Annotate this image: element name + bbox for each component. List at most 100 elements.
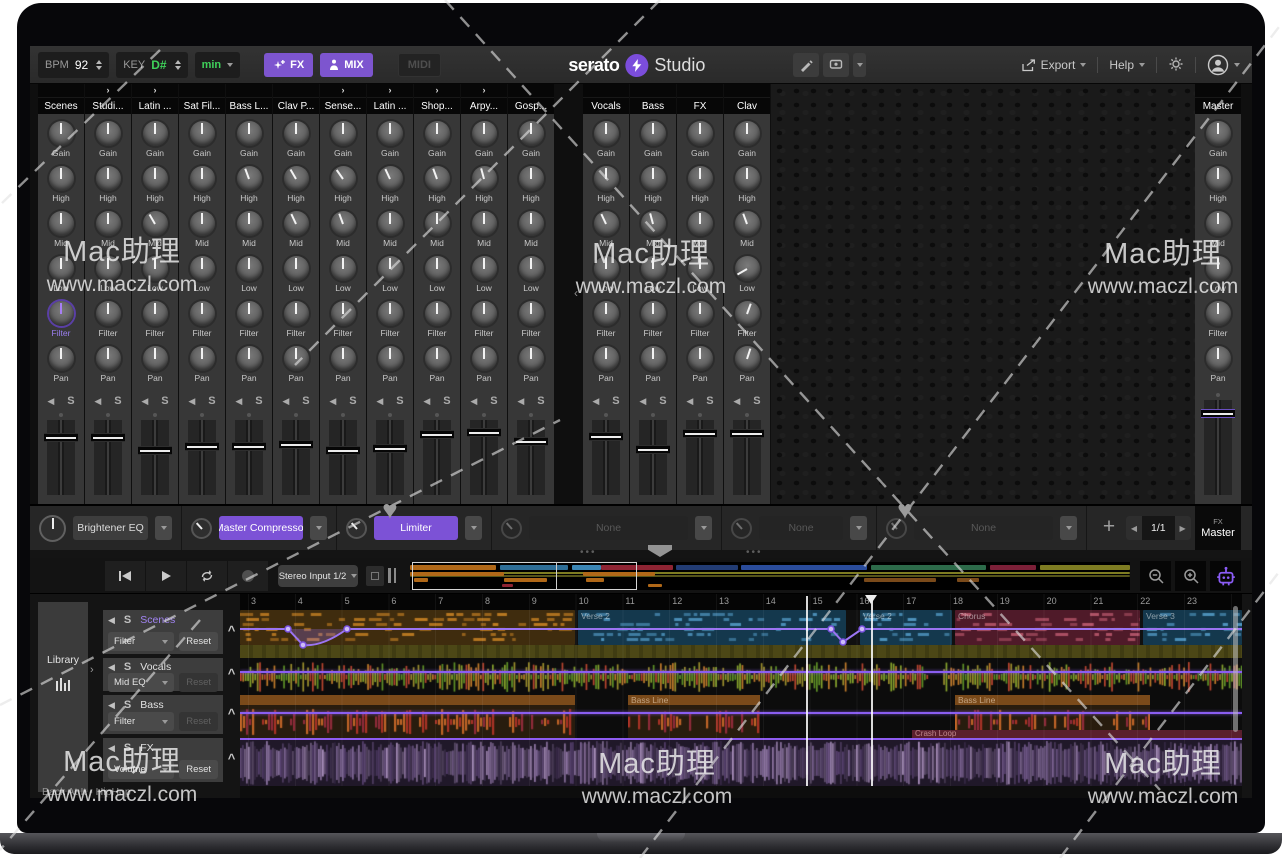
track-collapse-button[interactable]: ^	[223, 623, 240, 638]
filter-knob[interactable]	[284, 301, 309, 326]
low-knob[interactable]	[143, 256, 168, 281]
channel-name[interactable]: Clav P...	[273, 97, 319, 114]
channel-name[interactable]: Bass L...	[226, 97, 272, 114]
solo-button[interactable]: S	[67, 395, 74, 407]
mid-knob[interactable]	[49, 211, 74, 236]
pan-knob[interactable]	[190, 346, 215, 371]
pan-knob[interactable]	[519, 346, 544, 371]
divider-handle-icon[interactable]	[648, 545, 672, 557]
fader-handle[interactable]	[91, 433, 125, 442]
filter-knob[interactable]	[190, 301, 215, 326]
mute-button[interactable]: ◀	[470, 396, 477, 407]
low-knob[interactable]	[472, 256, 497, 281]
gain-knob[interactable]	[688, 121, 713, 146]
fader-handle[interactable]	[636, 445, 670, 454]
solo-button[interactable]: S	[208, 395, 215, 407]
edit-cursor-line[interactable]	[806, 596, 808, 786]
track-collapse-button[interactable]: ^	[223, 751, 240, 766]
midi-button[interactable]: MIDI	[398, 53, 441, 77]
pan-knob[interactable]	[472, 346, 497, 371]
fader-handle[interactable]	[232, 442, 266, 451]
key-control[interactable]: KEY D#	[116, 52, 187, 78]
filter-knob[interactable]	[1206, 301, 1231, 326]
fx-amount-knob[interactable]	[346, 518, 367, 539]
audio-input-dropdown[interactable]: Stereo Input 1/2	[278, 565, 358, 587]
library-expand-icon[interactable]: ›	[90, 664, 94, 676]
high-knob[interactable]	[641, 166, 666, 191]
mute-button[interactable]: ◀	[141, 396, 148, 407]
filter-knob[interactable]	[378, 301, 403, 326]
fx-options-caret[interactable]	[155, 516, 172, 540]
mid-knob[interactable]	[688, 211, 713, 236]
track-param-dropdown[interactable]: Filter	[108, 632, 174, 651]
mute-button[interactable]: ◀	[686, 396, 693, 407]
filter-knob[interactable]	[688, 301, 713, 326]
high-knob[interactable]	[49, 166, 74, 191]
mid-knob[interactable]	[378, 211, 403, 236]
high-knob[interactable]	[143, 166, 168, 191]
high-knob[interactable]	[96, 166, 121, 191]
high-knob[interactable]	[472, 166, 497, 191]
fx-page-prev-button[interactable]: ◀	[1126, 516, 1142, 540]
fx-options-caret[interactable]	[465, 516, 482, 540]
filter-knob[interactable]	[331, 301, 356, 326]
display-options-caret[interactable]	[853, 53, 866, 77]
scenes-automation[interactable]	[240, 610, 1242, 658]
filter-knob[interactable]	[237, 301, 262, 326]
gain-knob[interactable]	[143, 121, 168, 146]
high-knob[interactable]	[688, 166, 713, 191]
low-knob[interactable]	[96, 256, 121, 281]
library-panel[interactable]: Library	[38, 602, 88, 792]
low-knob[interactable]	[1206, 256, 1231, 281]
track-param-dropdown[interactable]: Mid EQ	[108, 673, 174, 692]
low-knob[interactable]	[425, 256, 450, 281]
fader-handle[interactable]	[373, 444, 407, 453]
assistant-button[interactable]	[1210, 561, 1241, 591]
solo-button[interactable]: S	[302, 395, 309, 407]
channel-name[interactable]: Shop...	[414, 97, 460, 114]
key-mode-dropdown[interactable]: min	[195, 52, 241, 78]
display-settings-button[interactable]	[823, 53, 849, 77]
mute-button[interactable]: ◀	[329, 396, 336, 407]
gain-knob[interactable]	[378, 121, 403, 146]
channel-name[interactable]: Latin ...	[132, 97, 178, 114]
solo-button[interactable]: S	[443, 395, 450, 407]
solo-button[interactable]: S	[124, 699, 131, 711]
add-fx-button[interactable]: +	[1096, 514, 1122, 540]
bass-automation-line[interactable]	[240, 712, 1242, 714]
skip-to-start-button[interactable]	[105, 561, 145, 591]
channel-expand-icon[interactable]: ›	[132, 84, 178, 97]
mute-button[interactable]: ◀	[733, 396, 740, 407]
solo-button[interactable]: S	[753, 395, 760, 407]
fader-handle[interactable]	[730, 429, 764, 438]
play-button[interactable]	[146, 561, 186, 591]
metronome-button[interactable]	[366, 566, 384, 586]
mid-knob[interactable]	[1206, 211, 1231, 236]
fx-mode-button[interactable]: FX	[264, 53, 313, 77]
channel-name[interactable]: FX	[677, 97, 723, 114]
pan-knob[interactable]	[594, 346, 619, 371]
filter-knob[interactable]	[143, 301, 168, 326]
filter-knob[interactable]	[472, 301, 497, 326]
account-button[interactable]	[1207, 54, 1240, 76]
filter-knob[interactable]	[425, 301, 450, 326]
track-header-scenes[interactable]: ◀SScenesFilterReset	[103, 610, 223, 654]
gain-knob[interactable]	[237, 121, 262, 146]
high-knob[interactable]	[284, 166, 309, 191]
overview-viewport[interactable]	[412, 562, 637, 590]
pan-knob[interactable]	[641, 346, 666, 371]
channel-name[interactable]: Sat Fil...	[179, 97, 225, 114]
fx-amount-knob[interactable]	[731, 518, 752, 539]
bpm-stepper[interactable]	[96, 60, 102, 70]
solo-button[interactable]: S	[659, 395, 666, 407]
pan-knob[interactable]	[143, 346, 168, 371]
volume-fader[interactable]	[1202, 400, 1234, 495]
volume-fader[interactable]	[186, 420, 218, 495]
gain-knob[interactable]	[331, 121, 356, 146]
solo-button[interactable]: S	[124, 614, 131, 626]
record-button[interactable]	[228, 561, 268, 591]
fx-options-caret[interactable]	[850, 516, 867, 540]
solo-button[interactable]: S	[396, 395, 403, 407]
filter-knob[interactable]	[519, 301, 544, 326]
mid-knob[interactable]	[331, 211, 356, 236]
